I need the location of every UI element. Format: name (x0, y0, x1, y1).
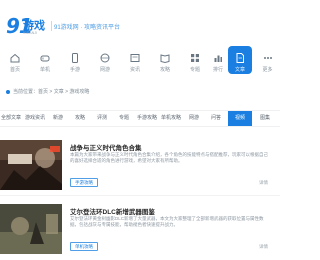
main-nav: 首页 单机 手游 网游 资讯 攻略 专题 排行 文章 更多 (0, 46, 280, 80)
article-tag[interactable]: 手游攻略 (70, 178, 98, 187)
tab-mobile-guides[interactable]: 手游攻略 (136, 111, 158, 126)
article-more-link[interactable]: 详情 (259, 180, 268, 186)
tab-video[interactable]: 视频 (228, 111, 252, 126)
nav-label: 单机 (39, 67, 50, 73)
tab-gallery[interactable]: 图集 (254, 111, 276, 126)
article-divider (0, 195, 280, 196)
tab-all[interactable]: 全部文章 (0, 111, 22, 126)
tab-new-games[interactable]: 新游 (48, 111, 68, 126)
nav-label: 首页 (9, 67, 20, 73)
logo-subtitle: 91DANJI (23, 31, 38, 35)
chart-icon (212, 52, 224, 64)
site-header: 91 游戏 91DANJI 91游戏网 · 攻略资讯平台 (0, 0, 280, 42)
nav-item-guide[interactable]: 攻略 (150, 46, 180, 78)
article-thumbnail-image (0, 140, 62, 190)
home-icon (9, 52, 21, 64)
nav-item-single[interactable]: 单机 (30, 46, 60, 78)
breadcrumb-text[interactable]: 当前位置：首页 > 文章 > 游戏攻略 (13, 89, 89, 95)
document-icon (234, 52, 246, 64)
tab-qa[interactable]: 问答 (206, 111, 226, 126)
nav-label: 网游 (99, 67, 110, 73)
tab-reviews[interactable]: 评测 (92, 111, 112, 126)
tab-topics[interactable]: 专题 (114, 111, 134, 126)
site-logo[interactable]: 91 游戏 91DANJI (6, 14, 52, 38)
article-item[interactable]: 艾尔登法环DLC新增武器图鉴 艾尔登法环黄金树幽影DLC新增了大量武器，本文为大… (0, 204, 280, 260)
nav-item-news[interactable]: 资讯 (120, 46, 150, 78)
gamepad-icon (39, 52, 51, 64)
location-dot-icon (6, 89, 10, 94)
breadcrumb: 当前位置：首页 > 文章 > 游戏攻略 (6, 88, 89, 95)
phone-icon (69, 52, 81, 64)
tab-online[interactable]: 网游 (184, 111, 204, 126)
article-description: 本篇为大家带来战争与正义时代角色合集介绍，各个角色的技能特点与搭配推荐，玩家可以… (70, 152, 268, 164)
nav-label: 文章 (234, 67, 245, 73)
book-icon (159, 52, 171, 64)
article-description: 艾尔登法环黄金树幽影DLC新增了大量武器，本文为大家整理了全部新增武器的获取位置… (70, 216, 264, 228)
globe-icon (99, 52, 111, 64)
nav-item-home[interactable]: 首页 (0, 46, 30, 78)
article-title[interactable]: 战争与正义时代角色合集 (70, 142, 142, 152)
nav-item-more[interactable]: 更多 (255, 46, 280, 78)
header-slogan: 91游戏网 · 攻略资讯平台 (54, 25, 121, 31)
nav-label: 资讯 (129, 67, 140, 73)
grid-icon (189, 52, 201, 64)
tab-news[interactable]: 游戏资讯 (24, 111, 46, 126)
header-divider (51, 21, 52, 31)
news-icon (129, 52, 141, 64)
nav-item-mobile[interactable]: 手游 (60, 46, 90, 78)
nav-label: 手游 (69, 67, 80, 73)
tab-single-guides[interactable]: 单机攻略 (160, 111, 182, 126)
nav-item-online[interactable]: 网游 (90, 46, 120, 78)
nav-label: 更多 (262, 67, 273, 73)
article-thumbnail[interactable] (0, 140, 62, 190)
nav-item-article[interactable]: 文章 (225, 46, 255, 78)
tab-guides[interactable]: 攻略 (70, 111, 90, 126)
article-thumbnail-image (0, 204, 62, 254)
article-item[interactable]: 战争与正义时代角色合集 本篇为大家带来战争与正义时代角色合集介绍，各个角色的技能… (0, 140, 280, 196)
nav-label: 攻略 (159, 67, 170, 73)
article-title[interactable]: 艾尔登法环DLC新增武器图鉴 (70, 206, 155, 216)
category-tabs: 全部文章 游戏资讯 新游 攻略 评测 专题 手游攻略 单机攻略 网游 问答 视频… (0, 110, 280, 127)
more-icon (262, 52, 274, 64)
article-tag[interactable]: 单机攻略 (70, 242, 98, 251)
article-thumbnail[interactable] (0, 204, 62, 254)
article-more-link[interactable]: 详情 (259, 244, 268, 250)
